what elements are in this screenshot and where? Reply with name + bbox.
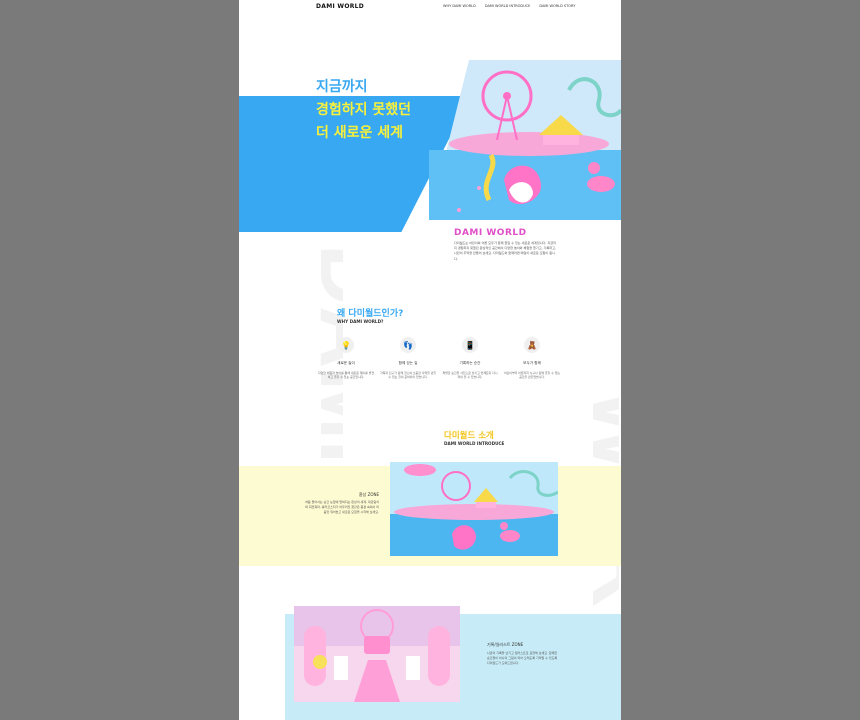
why-subtitle: WHY DAMI WORLD?: [337, 319, 384, 324]
feature-desc: 다양한 체험과 놀이를 통해 새로운 재미를 발견하고 즐길 수 있는 공간입니…: [317, 371, 375, 380]
hero-headline: 지금까지 경험하지 못했던 더 새로운 세계: [316, 76, 496, 145]
hero-line-1: 지금까지: [316, 79, 368, 95]
top-nav: DAMI WORLD WHY DAMI WORLD DAMI WORLD INT…: [239, 0, 621, 14]
feature-desc: 가족과 친구가 함께 걸으며 소중한 추억을 만들 수 있는 길이 준비되어 있…: [379, 371, 437, 380]
why-title: 왜 다미월드인가?: [337, 309, 404, 319]
hero-line-3: 더 새로운 세계: [316, 125, 404, 141]
nav-link-story[interactable]: DAMI WORLD STORY: [539, 4, 575, 8]
logo[interactable]: DAMI WORLD: [316, 3, 364, 10]
nav-link-introduce[interactable]: DAMI WORLD INTRODUCE: [485, 4, 531, 8]
feature-item: 💡 새로운 놀이 다양한 체험과 놀이를 통해 새로운 재미를 발견하고 즐길 …: [317, 337, 375, 380]
feature-title: 모두가 함께: [523, 361, 541, 365]
zone2-description: 나만의 기록을 남기고 일러스트로 표현해 보세요. 함께한 순간들이 하나의 …: [487, 651, 558, 666]
zone1-title: 환상 ZONE: [358, 492, 379, 497]
nav-link-why[interactable]: WHY DAMI WORLD: [443, 4, 476, 8]
watermark-dami: DAMI: [302, 244, 343, 464]
phone-icon: 📱: [462, 337, 478, 353]
fantasy-zone-illustration: [390, 462, 558, 556]
about-description: 다미월드는 어린이와 어른 모두가 함께 즐길 수 있는 새로운 세계입니다. …: [454, 241, 556, 261]
feature-item: 👣 함께 걷는 길 가족과 친구가 함께 걸으며 소중한 추억을 만들 수 있는…: [379, 337, 437, 380]
feature-title: 기록하는 순간: [459, 361, 481, 365]
lightbulb-icon: 💡: [338, 337, 354, 353]
feature-desc: 특별한 순간을 사진으로 남기고 언제든지 다시 꺼내 볼 수 있습니다.: [442, 371, 498, 380]
nav-links: WHY DAMI WORLD DAMI WORLD INTRODUCE DAMI…: [443, 4, 575, 8]
intro-title: 다미월드 소개: [444, 431, 494, 441]
feature-title: 새로운 놀이: [337, 361, 355, 365]
feature-title: 함께 걷는 길: [398, 361, 418, 365]
feature-item: 📱 기록하는 순간 특별한 순간을 사진으로 남기고 언제든지 다시 꺼내 볼 …: [441, 337, 499, 380]
hero-line-2: 경험하지 못했던: [316, 102, 412, 118]
page: DAMI WORLD WHY DAMI WORLD DAMI WORLD INT…: [239, 0, 621, 720]
feature-item: 🧸 모두가 함께 어린이부터 어른까지 누구나 함께 즐길 수 있는 공간을 만…: [503, 337, 561, 380]
features-row: 💡 새로운 놀이 다양한 체험과 놀이를 통해 새로운 재미를 발견하고 즐길 …: [317, 337, 561, 380]
zone2-title: 기록/일러스트 ZONE: [487, 642, 524, 647]
intro-subtitle: DAMI WORLD INTRODUCE: [444, 441, 505, 446]
record-zone-illustration: [294, 606, 460, 702]
zone1-description: 처음 들어서는 순간 눈앞에 펼쳐지는 환상의 세계. 대관람차와 회전목마, …: [305, 500, 379, 515]
about-title: DAMI WORLD: [454, 228, 527, 238]
bear-icon: 🧸: [524, 337, 540, 353]
feature-desc: 어린이부터 어른까지 누구나 함께 즐길 수 있는 공간을 만들었습니다.: [503, 371, 561, 380]
footprints-icon: 👣: [400, 337, 416, 353]
